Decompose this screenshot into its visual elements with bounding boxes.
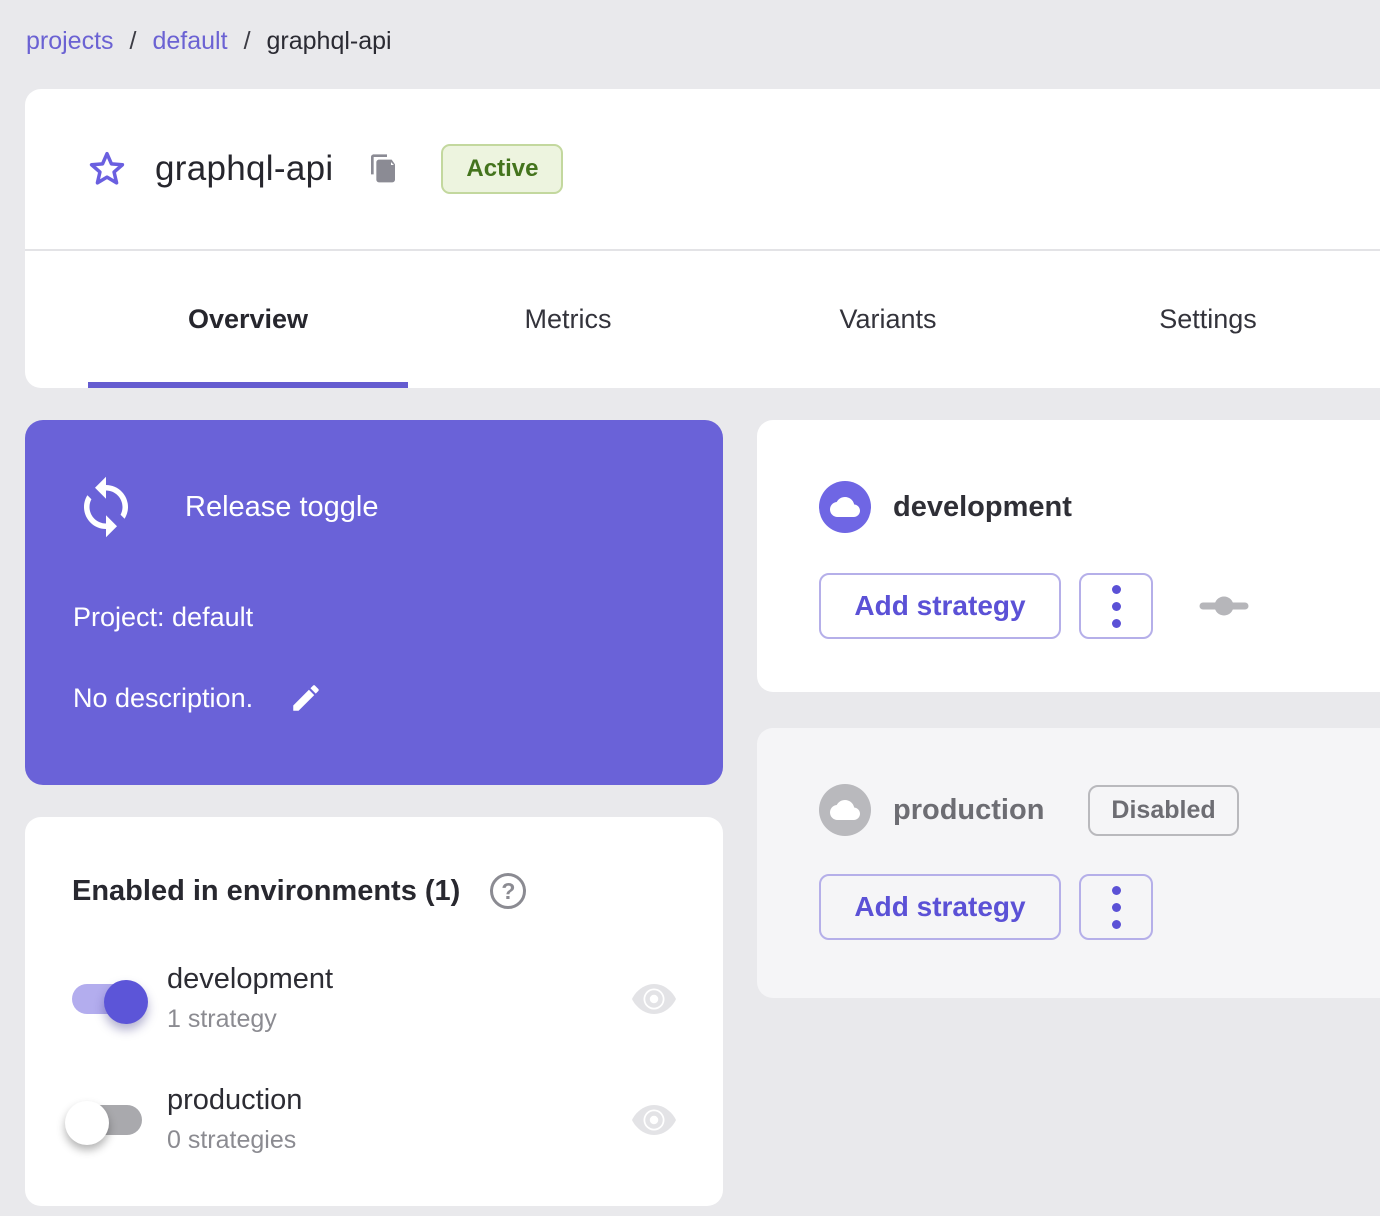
card-header: development bbox=[819, 420, 1380, 533]
status-badge: Active bbox=[441, 144, 564, 194]
panel-header: Enabled in environments (1) ? bbox=[72, 817, 679, 909]
cloud-icon bbox=[819, 481, 871, 533]
feature-title-row: graphql-api Active bbox=[25, 89, 1380, 249]
environment-row-production: production 0 strategies bbox=[65, 1084, 679, 1155]
enabled-environments-panel: Enabled in environments (1) ? developmen… bbox=[25, 817, 723, 1206]
breadcrumb-separator: / bbox=[129, 27, 137, 55]
page-title: graphql-api bbox=[155, 149, 334, 188]
panel-title: Enabled in environments (1) bbox=[72, 874, 461, 907]
tab-overview[interactable]: Overview bbox=[88, 251, 408, 388]
breadcrumb-current: graphql-api bbox=[266, 27, 392, 55]
active-tab-indicator bbox=[88, 382, 408, 388]
environment-card-name: production bbox=[893, 793, 1045, 826]
main-content: Release toggle Project: default No descr… bbox=[25, 420, 1380, 1206]
kebab-dot bbox=[1111, 902, 1121, 912]
environment-strategy-count: 1 strategy bbox=[167, 1005, 277, 1033]
eye-icon[interactable] bbox=[629, 978, 679, 1020]
favorite-star-icon[interactable] bbox=[87, 149, 127, 189]
environment-labels: development 1 strategy bbox=[167, 963, 333, 1034]
breadcrumb-projects[interactable]: projects bbox=[26, 27, 114, 56]
breadcrumb-separator: / bbox=[243, 27, 251, 55]
card-actions: Add strategy bbox=[819, 874, 1380, 940]
sync-icon bbox=[84, 476, 128, 538]
kebab-dot bbox=[1111, 601, 1121, 611]
copy-icon[interactable] bbox=[367, 152, 399, 186]
toggle-type-row: Release toggle bbox=[73, 420, 675, 540]
breadcrumb-default[interactable]: default bbox=[153, 27, 228, 56]
breadcrumb: projects / default / graphql-api bbox=[0, 0, 1380, 56]
card-actions: Add strategy bbox=[819, 573, 1380, 639]
production-toggle[interactable] bbox=[65, 1100, 142, 1145]
kebab-dot bbox=[1111, 919, 1121, 929]
environment-card-name: development bbox=[893, 490, 1072, 523]
development-strategy-card: development Add strategy bbox=[757, 420, 1380, 692]
toggle-knob bbox=[104, 979, 148, 1024]
more-options-button[interactable] bbox=[1079, 874, 1153, 940]
eye-icon[interactable] bbox=[629, 1099, 679, 1141]
card-header: production Disabled bbox=[819, 728, 1380, 836]
add-strategy-button[interactable]: Add strategy bbox=[819, 573, 1061, 639]
kebab-dot bbox=[1111, 618, 1121, 628]
feature-header-card: graphql-api Active Overview Metrics Vari… bbox=[25, 89, 1380, 388]
toggle-description-label: No description. bbox=[73, 682, 254, 713]
help-icon[interactable]: ? bbox=[490, 873, 527, 909]
edit-pencil-icon[interactable] bbox=[289, 681, 323, 715]
tab-settings[interactable]: Settings bbox=[1048, 251, 1368, 388]
disabled-badge: Disabled bbox=[1088, 784, 1239, 836]
kebab-dot bbox=[1111, 584, 1121, 594]
toggle-type-label: Release toggle bbox=[185, 490, 379, 523]
environment-name: development bbox=[167, 963, 334, 995]
add-strategy-button[interactable]: Add strategy bbox=[819, 874, 1061, 940]
release-toggle-card: Release toggle Project: default No descr… bbox=[25, 420, 723, 785]
environment-strategy-count: 0 strategies bbox=[167, 1126, 297, 1154]
cloud-icon bbox=[819, 784, 871, 836]
development-toggle[interactable] bbox=[72, 979, 148, 1024]
production-strategy-card: production Disabled Add strategy bbox=[757, 728, 1380, 998]
kebab-dot bbox=[1111, 885, 1121, 895]
more-options-button[interactable] bbox=[1079, 573, 1153, 639]
toggle-knob bbox=[65, 1100, 109, 1145]
environment-labels: production 0 strategies bbox=[167, 1084, 302, 1155]
toggle-project-label: Project: default bbox=[73, 602, 254, 632]
toggle-description-row: No description. bbox=[73, 681, 675, 715]
tab-bar: Overview Metrics Variants Settings bbox=[25, 251, 1380, 388]
environment-row-development: development 1 strategy bbox=[72, 963, 679, 1034]
environment-name: production bbox=[167, 1084, 303, 1116]
tab-metrics[interactable]: Metrics bbox=[408, 251, 728, 388]
tab-variants[interactable]: Variants bbox=[728, 251, 1048, 388]
left-column: Release toggle Project: default No descr… bbox=[25, 420, 723, 1206]
right-column: development Add strategy production Disa… bbox=[757, 420, 1380, 998]
lifecycle-stage-icon[interactable] bbox=[1199, 596, 1249, 616]
